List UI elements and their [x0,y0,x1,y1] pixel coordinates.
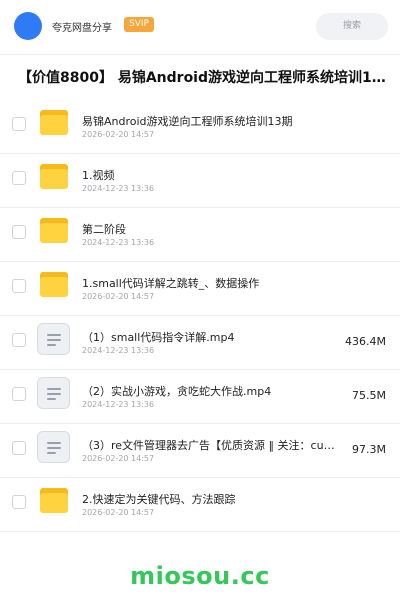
file-name: （1）small代码指令详解.mp4 [82,331,235,344]
file-name: 1.视频 [82,169,115,182]
select-checkbox[interactable] [12,441,26,455]
select-checkbox[interactable] [12,171,26,185]
file-size: 75.5M [352,389,386,402]
file-date: 2024-12-23 13:36 [82,238,155,247]
file-size: 97.3M [352,443,386,456]
select-checkbox[interactable] [12,333,26,347]
folder-icon [40,164,68,189]
select-checkbox[interactable] [12,495,26,509]
file-name: （2）实战小游戏，贪吃蛇大作战.mp4 [82,385,272,398]
list-item[interactable]: （1）small代码指令详解.mp4 2024-12-23 13:36 436.… [0,316,400,370]
file-name: 1.small代码详解之跳转_、数据操作 [82,277,260,290]
file-date: 2024-12-23 13:36 [82,184,155,193]
file-date: 2024-12-23 13:36 [82,400,155,409]
list-item[interactable]: 2.快速定为关键代码、方法跟踪 2026-02-20 14:57 [0,478,400,532]
file-name: 2.快速定为关键代码、方法跟踪 [82,493,236,506]
list-item[interactable]: 第二阶段 2024-12-23 13:36 [0,208,400,262]
select-checkbox[interactable] [12,225,26,239]
select-checkbox[interactable] [12,387,26,401]
document-icon [37,323,70,355]
document-icon [37,377,70,409]
select-checkbox[interactable] [12,279,26,293]
file-size: 436.4M [345,335,386,348]
header: 夸克网盘分享 SVIP 搜索 [0,0,400,54]
select-checkbox[interactable] [12,117,26,131]
file-name: （3）re文件管理器去广告【优质资源 ‖ 关注：cunwen】 [82,439,340,452]
file-date: 2026-02-20 14:57 [82,292,155,301]
folder-icon [40,110,68,135]
file-name: 易锦Android游戏逆向工程师系统培训13期 [82,115,293,128]
file-list: 易锦Android游戏逆向工程师系统培训13期 2026-02-20 14:57… [0,100,400,532]
list-item[interactable]: （2）实战小游戏，贪吃蛇大作战.mp4 2024-12-23 13:36 75.… [0,370,400,424]
list-item[interactable]: 易锦Android游戏逆向工程师系统培训13期 2026-02-20 14:57 [0,100,400,154]
document-icon [37,431,70,463]
username: 夸克网盘分享 [52,23,112,34]
search-input[interactable]: 搜索 [316,13,388,40]
file-date: 2026-02-20 14:57 [82,508,155,517]
folder-icon [40,272,68,297]
list-item[interactable]: （3）re文件管理器去广告【优质资源 ‖ 关注：cunwen】 2026-02-… [0,424,400,478]
file-name: 第二阶段 [82,223,126,236]
watermark: miosou.cc [130,562,270,590]
svip-badge: SVIP [124,17,154,32]
folder-icon [40,488,68,513]
page-title: 【价值8800】 易锦Android游戏逆向工程师系统培训13期 [18,70,390,86]
folder-title-bar: 【价值8800】 易锦Android游戏逆向工程师系统培训13期 [0,54,400,100]
list-item[interactable]: 1.small代码详解之跳转_、数据操作 2026-02-20 14:57 [0,262,400,316]
file-date: 2024-12-23 13:36 [82,346,155,355]
file-date: 2026-02-20 14:57 [82,454,155,463]
folder-icon [40,218,68,243]
avatar[interactable] [14,12,42,40]
list-item[interactable]: 1.视频 2024-12-23 13:36 [0,154,400,208]
file-date: 2026-02-20 14:57 [82,130,155,139]
